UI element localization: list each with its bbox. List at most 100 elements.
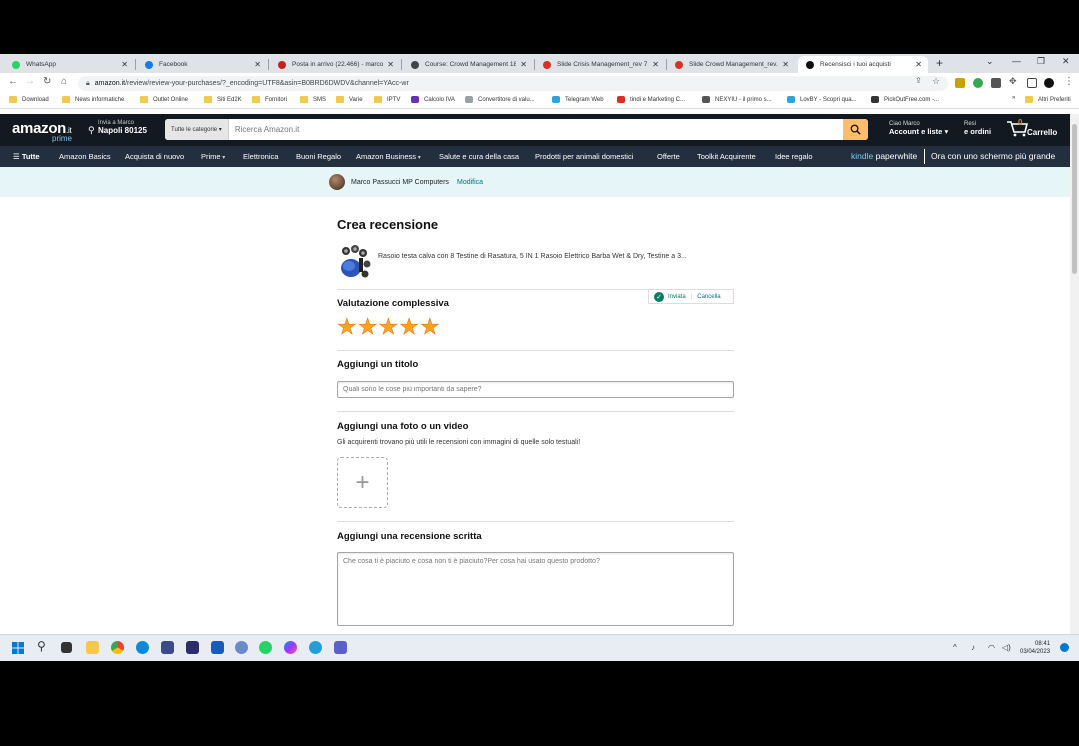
star-icon[interactable]: ★ (337, 315, 357, 338)
search-icon[interactable]: ⚲ (37, 639, 46, 653)
review-title-input[interactable] (337, 381, 734, 398)
returns-orders[interactable]: Resi e ordini (964, 120, 991, 137)
bookmarks-more[interactable]: » (1012, 95, 1015, 101)
nav-item[interactable]: Elettronica (243, 152, 278, 161)
whatsapp-icon[interactable] (259, 641, 272, 654)
browser-tab[interactable]: Facebook ✕ (137, 56, 267, 73)
close-tab-icon[interactable]: ✕ (782, 60, 789, 69)
bookmark-star-icon[interactable]: ☆ (932, 76, 940, 87)
nav-item[interactable]: Offerte (657, 152, 680, 161)
volume-icon[interactable]: ◁) (1002, 643, 1011, 652)
browser-tab[interactable]: Slide Crisis Management_rev 7... ✕ (535, 56, 665, 73)
star-icon[interactable]: ★ (357, 315, 377, 338)
close-tab-icon[interactable]: ✕ (254, 60, 261, 69)
clock[interactable]: 08:41 03/04/2023 (1020, 640, 1050, 656)
scrollbar[interactable] (1070, 114, 1079, 634)
cancel-rating-link[interactable]: Cancella (697, 294, 720, 300)
puzzle-icon[interactable]: ✥ (1009, 76, 1017, 87)
nav-item[interactable]: Acquista di nuovo (125, 152, 184, 161)
reload-icon[interactable]: ↻ (43, 76, 51, 87)
word-icon[interactable] (211, 641, 224, 654)
deliver-to[interactable]: ⚲ Invia a Marco Napoli 80125 (88, 120, 147, 135)
forward-icon[interactable]: → (25, 76, 35, 87)
browser-tab[interactable]: Course: Crowd Management 18... ✕ (403, 56, 533, 73)
app-icon[interactable] (235, 641, 248, 654)
app-icon[interactable] (161, 641, 174, 654)
bookmark-item[interactable]: IPTV (374, 96, 400, 103)
search-button[interactable] (843, 119, 868, 140)
file-explorer-icon[interactable] (86, 641, 99, 654)
search-category-select[interactable]: Tutte le categorie ▾ (165, 119, 229, 140)
nav-item[interactable]: Amazon Basics (59, 152, 111, 161)
task-view-icon[interactable] (61, 642, 72, 653)
nav-item[interactable]: Amazon Business ▾ (356, 152, 421, 161)
back-icon[interactable]: ← (8, 76, 18, 87)
teams-icon[interactable] (334, 641, 347, 654)
profile-edit-link[interactable]: Modifica (457, 179, 483, 186)
notification-icon[interactable] (1060, 643, 1069, 652)
chrome-icon[interactable] (111, 641, 124, 654)
extension-icon[interactable] (955, 78, 965, 88)
profile-avatar[interactable] (1044, 78, 1054, 88)
browser-tab[interactable]: Recensisci i tuoi acquisti ✕ (798, 56, 928, 73)
bookmark-item[interactable]: PickOutFree.com -... (871, 96, 939, 103)
nav-all[interactable]: ☰ Tutte (13, 152, 40, 161)
maximize-icon[interactable]: ❐ (1037, 56, 1045, 67)
chevron-down-icon[interactable]: ⌄ (986, 56, 994, 67)
browser-tab[interactable]: Posta in arrivo (22.466) - marco... ✕ (270, 56, 400, 73)
other-bookmarks[interactable]: Altri Preferiti (1025, 96, 1071, 103)
bookmark-item[interactable]: Download (9, 96, 49, 103)
microphone-icon[interactable]: ♪ (971, 643, 975, 652)
bookmark-item[interactable]: LovBY - Scopri qua... (787, 96, 857, 103)
star-icon[interactable]: ★ (399, 315, 419, 338)
close-tab-icon[interactable]: ✕ (387, 60, 394, 69)
extension-icon[interactable] (973, 78, 983, 88)
nav-item[interactable]: Prodotti per animali domestici (535, 152, 633, 161)
telegram-icon[interactable] (309, 641, 322, 654)
scrollbar-thumb[interactable] (1072, 124, 1077, 274)
windows-start-icon[interactable] (12, 642, 24, 654)
nav-item[interactable]: Salute e cura della casa (439, 152, 519, 161)
avatar[interactable] (329, 174, 345, 190)
new-tab-button[interactable]: + (936, 56, 943, 70)
close-tab-icon[interactable]: ✕ (652, 60, 659, 69)
bookmark-item[interactable]: Calcolo IVA (411, 96, 455, 103)
close-tab-icon[interactable]: ✕ (121, 60, 128, 69)
kindle-promo[interactable]: kindle paperwhite (851, 151, 917, 161)
bookmark-item[interactable]: Convertitore di valu... (465, 96, 535, 103)
close-tab-icon[interactable]: ✕ (915, 60, 922, 69)
add-media-button[interactable]: + (337, 457, 388, 508)
edge-icon[interactable] (136, 641, 149, 654)
messenger-icon[interactable] (284, 641, 297, 654)
menu-icon[interactable]: ⋮ (1064, 76, 1074, 87)
star-rating[interactable]: ★ ★ ★ ★ ★ (337, 315, 440, 338)
review-text-area[interactable] (337, 552, 734, 626)
minimize-icon[interactable]: — (1012, 56, 1021, 66)
bookmark-item[interactable]: Siti Ed2K (204, 96, 242, 103)
close-tab-icon[interactable]: ✕ (520, 60, 527, 69)
nav-item[interactable]: Buoni Regalo (296, 152, 341, 161)
bookmark-item[interactable]: Varie (336, 96, 363, 103)
wifi-icon[interactable]: ◠ (988, 643, 995, 652)
share-icon[interactable]: ⇪ (915, 76, 922, 85)
extension-icon[interactable] (991, 78, 1001, 88)
nav-item[interactable]: Idee regalo (775, 152, 813, 161)
product-image[interactable] (337, 244, 373, 280)
close-window-icon[interactable]: ✕ (1062, 56, 1070, 67)
search-input[interactable] (228, 125, 843, 134)
nav-item[interactable]: Prime ▾ (201, 152, 225, 161)
bookmark-item[interactable]: SMS (300, 96, 326, 103)
nav-item[interactable]: Toolkit Acquirente (697, 152, 756, 161)
sidepanel-icon[interactable] (1027, 78, 1037, 88)
kindle-promo-text[interactable]: Ora con uno schermo più grande (931, 151, 1055, 161)
bookmark-item[interactable]: Telegram Web (552, 96, 604, 103)
account-lists[interactable]: Ciao Marco Account e liste ▾ (889, 120, 948, 137)
cart[interactable]: 0 Carrello (1006, 118, 1057, 142)
home-icon[interactable]: ⌂ (61, 76, 67, 87)
bookmark-item[interactable]: News informatiche (62, 96, 124, 103)
bookmark-item[interactable]: Fornitori (252, 96, 287, 103)
chevron-up-icon[interactable]: ^ (953, 643, 957, 652)
url-bar[interactable]: 🔒︎ amazon.it/review/review-your-purchase… (78, 76, 948, 91)
bookmark-item[interactable]: NEXYIU - il primo s... (702, 96, 772, 103)
bookmark-item[interactable]: tindi e Marketing C... (617, 96, 685, 103)
